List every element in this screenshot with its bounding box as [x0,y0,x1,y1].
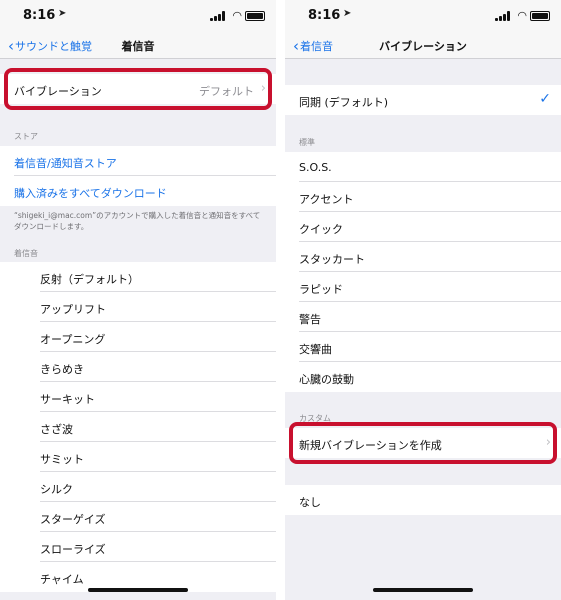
signal-icon [210,11,226,21]
list-item[interactable]: スタッカート [285,242,561,272]
list-item-label: スローライズ [40,543,106,556]
list-item-label: サミット [40,453,84,466]
list-item-label: さざ波 [40,423,73,436]
ringtone-header: 着信音 [14,249,38,258]
list-item-label: スターゲイズ [40,513,106,526]
list-item-label: アクセント [299,193,354,206]
store-row-ringtone-store[interactable]: 着信音/通知音ストア [0,146,276,176]
battery-icon [530,11,550,21]
store-item-label: 着信音/通知音ストア [14,157,117,170]
home-indicator[interactable] [88,588,188,592]
list-item[interactable]: クイック [285,212,561,242]
list-item-label: ラピッド [299,283,343,296]
list-item-label: 交響曲 [299,343,332,356]
list-item[interactable]: 警告 [285,302,561,332]
list-item[interactable]: S.O.S. [285,152,561,182]
highlight-frame [289,422,557,464]
list-item-label: シルク [40,483,73,496]
right-screen: 8:16 ➤ ◠ ‹着信音 バイブレーション 同期 (デフォルト) ✓ 標準 S… [285,0,561,600]
list-item[interactable]: スターゲイズ [0,502,276,532]
page-title: バイブレーション [379,40,467,53]
status-bar: 8:16 ➤ ◠ [285,0,561,30]
store-footer: “shigeki_i@mac.com”のアカウントで購入した着信音と通知音をすべ… [14,211,261,231]
checkmark-icon: ✓ [539,91,551,107]
wifi-icon: ◠ [232,9,242,22]
list-item[interactable]: スローライズ [0,532,276,562]
none-row[interactable]: なし [285,485,561,515]
highlight-frame [4,68,272,110]
list-item[interactable]: きらめき [0,352,276,382]
sync-row[interactable]: 同期 (デフォルト) ✓ [285,85,561,115]
list-item-label: チャイム [40,573,84,586]
sync-label: 同期 (デフォルト) [299,96,389,109]
list-item[interactable]: ラピッド [285,272,561,302]
list-item-label: 心臓の鼓動 [299,373,354,386]
list-item-label: スタッカート [299,253,365,266]
list-item[interactable]: サーキット [0,382,276,412]
list-item-label: クイック [299,223,343,236]
page-title: 着信音 [121,40,155,53]
list-item[interactable]: アクセント [285,182,561,212]
signal-icon [495,11,511,21]
list-item[interactable]: 心臓の鼓動 [285,362,561,392]
wifi-icon: ◠ [517,9,527,22]
location-arrow-icon: ➤ [58,8,67,19]
none-label: なし [299,496,321,509]
battery-icon [245,11,265,21]
standard-header: 標準 [299,138,315,147]
status-time: 8:16 [308,8,341,23]
home-indicator[interactable] [373,588,473,592]
status-bar: 8:16 ➤ ◠ [0,0,276,30]
list-item-label: 警告 [299,313,321,326]
list-item[interactable]: サミット [0,442,276,472]
list-item[interactable]: オープニング [0,322,276,352]
list-item[interactable]: シルク [0,472,276,502]
nav-bar: ‹サウンドと触覚 着信音 [0,30,276,59]
nav-bar: ‹着信音 バイブレーション [285,30,561,59]
list-item-label: 反射（デフォルト） [40,273,139,286]
list-item-label: サーキット [40,393,95,406]
list-item-label: S.O.S. [299,161,332,174]
status-time: 8:16 [23,8,56,23]
list-item[interactable]: さざ波 [0,412,276,442]
list-item[interactable]: 交響曲 [285,332,561,362]
list-item[interactable]: アップリフト [0,292,276,322]
list-item-label: アップリフト [40,303,106,316]
store-row-download-all[interactable]: 購入済みをすべてダウンロード [0,176,276,206]
store-item-label: 購入済みをすべてダウンロード [14,187,167,200]
left-screen: 8:16 ➤ ◠ ‹サウンドと触覚 着信音 バイブレーション デフォルト › ス… [0,0,276,600]
list-item-label: オープニング [40,333,106,346]
list-item-label: きらめき [40,363,84,376]
location-arrow-icon: ➤ [343,8,352,19]
list-item[interactable]: 反射（デフォルト） [0,262,276,292]
store-header: ストア [14,132,38,141]
